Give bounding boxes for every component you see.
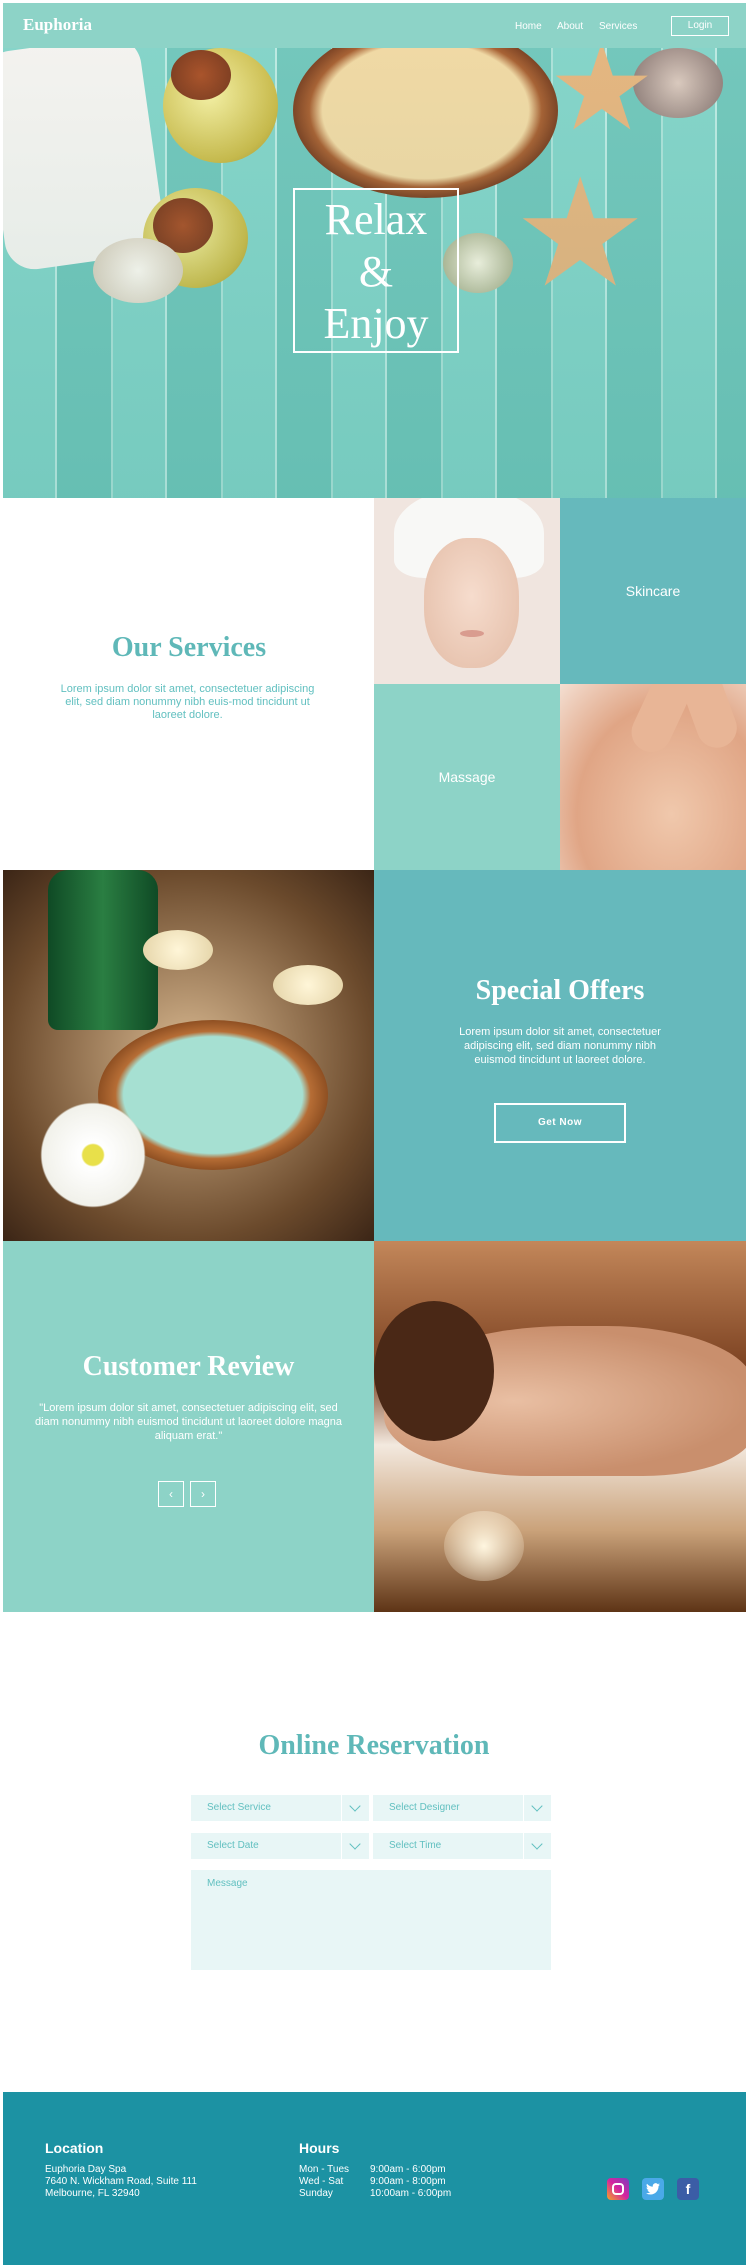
nav-services[interactable]: Services	[599, 21, 637, 32]
address-line: 7640 N. Wickham Road, Suite 111	[45, 2176, 197, 2187]
relaxing-massage-photo	[374, 1241, 746, 1612]
hours-day: Sunday	[299, 2188, 333, 2199]
location-address: Euphoria Day Spa 7640 N. Wickham Road, S…	[45, 2164, 197, 2200]
skincare-photo	[374, 498, 560, 684]
nav-home[interactable]: Home	[515, 21, 542, 32]
review-title: Customer Review	[82, 1351, 295, 1382]
hours-day: Wed - Sat	[299, 2176, 344, 2187]
location-heading: Location	[45, 2140, 104, 2156]
site-footer: Location Euphoria Day Spa 7640 N. Wickha…	[3, 2092, 746, 2265]
login-button[interactable]: Login	[671, 16, 729, 36]
twitter-icon[interactable]	[642, 2178, 664, 2200]
skincare-tile[interactable]: Skincare	[560, 498, 746, 684]
address-line: Euphoria Day Spa	[45, 2164, 127, 2175]
photo-hand	[677, 684, 743, 754]
select-date-dropdown[interactable]: Select Date	[191, 1833, 369, 1859]
site-logo[interactable]: Euphoria	[23, 15, 92, 35]
hero-line-2: &	[358, 247, 394, 296]
twitter-bird-glyph	[646, 2183, 660, 2195]
message-placeholder: Message	[207, 1878, 248, 1889]
hero-line-1: Relax	[324, 195, 428, 244]
arrow-left-icon[interactable]: ‹	[158, 1481, 184, 1507]
select-time-dropdown[interactable]: Select Time	[373, 1833, 551, 1859]
facebook-icon[interactable]: f	[677, 2178, 699, 2200]
customer-review-section: Customer Review "Lorem ipsum dolor sit a…	[3, 1241, 374, 1612]
services-title: Our Services	[111, 632, 267, 663]
site-header: Euphoria Home About Services Login	[3, 3, 746, 48]
chevron-down-icon[interactable]	[523, 1795, 551, 1821]
reservation-title: Online Reservation	[258, 1730, 490, 1761]
hero-banner: ★ ★ Relax & Enjoy	[3, 48, 746, 498]
get-now-button[interactable]: Get Now	[494, 1103, 626, 1143]
message-textarea[interactable]: Message	[191, 1870, 551, 1970]
instagram-icon[interactable]	[607, 2178, 629, 2200]
select-designer-dropdown[interactable]: Select Designer	[373, 1795, 551, 1821]
offers-description: Lorem ipsum dolor sit amet, consectetuer…	[459, 1026, 661, 1066]
hero-headline-box: Relax & Enjoy	[293, 188, 459, 353]
photo-lips	[460, 630, 484, 637]
massage-photo	[560, 684, 746, 870]
offers-title: Special Offers	[475, 975, 645, 1006]
photo-face	[424, 538, 519, 668]
chevron-down-icon[interactable]	[341, 1795, 369, 1821]
photo-green-bottle	[48, 870, 158, 1030]
photo-candle	[143, 930, 213, 970]
photo-hair	[374, 1301, 494, 1441]
hours-day: Mon - Tues	[299, 2164, 350, 2175]
select-service-dropdown[interactable]: Select Service	[191, 1795, 369, 1821]
address-line: Melbourne, FL 32940	[45, 2188, 140, 2199]
arrow-right-icon[interactable]: ›	[190, 1481, 216, 1507]
photo-candle	[273, 965, 343, 1005]
select-time-label: Select Time	[389, 1840, 442, 1851]
select-date-label: Select Date	[207, 1840, 259, 1851]
hours-times: 9:00am - 6:00pm 9:00am - 8:00pm 10:00am …	[370, 2164, 451, 2200]
select-service-label: Select Service	[207, 1802, 271, 1813]
photo-candle-glow	[444, 1511, 524, 1581]
chevron-down-icon[interactable]	[341, 1833, 369, 1859]
hours-time: 9:00am - 8:00pm	[370, 2176, 446, 2187]
review-quote: "Lorem ipsum dolor sit amet, consectetue…	[35, 1402, 342, 1442]
photo-white-flower	[33, 1095, 153, 1215]
hours-days: Mon - Tues Wed - Sat Sunday	[299, 2164, 349, 2200]
hours-time: 9:00am - 6:00pm	[370, 2164, 446, 2175]
hours-time: 10:00am - 6:00pm	[370, 2188, 452, 2199]
hero-line-3: Enjoy	[323, 299, 429, 348]
nav-about[interactable]: About	[557, 21, 583, 32]
services-description: Lorem ipsum dolor sit amet, consectetuer…	[60, 683, 315, 721]
massage-tile[interactable]: Massage	[374, 684, 560, 870]
special-offers-section: Special Offers Lorem ipsum dolor sit ame…	[374, 870, 746, 1241]
chevron-down-icon[interactable]	[523, 1833, 551, 1859]
hours-heading: Hours	[299, 2140, 340, 2156]
bath-salt-photo	[3, 870, 374, 1241]
select-designer-label: Select Designer	[389, 1802, 460, 1813]
